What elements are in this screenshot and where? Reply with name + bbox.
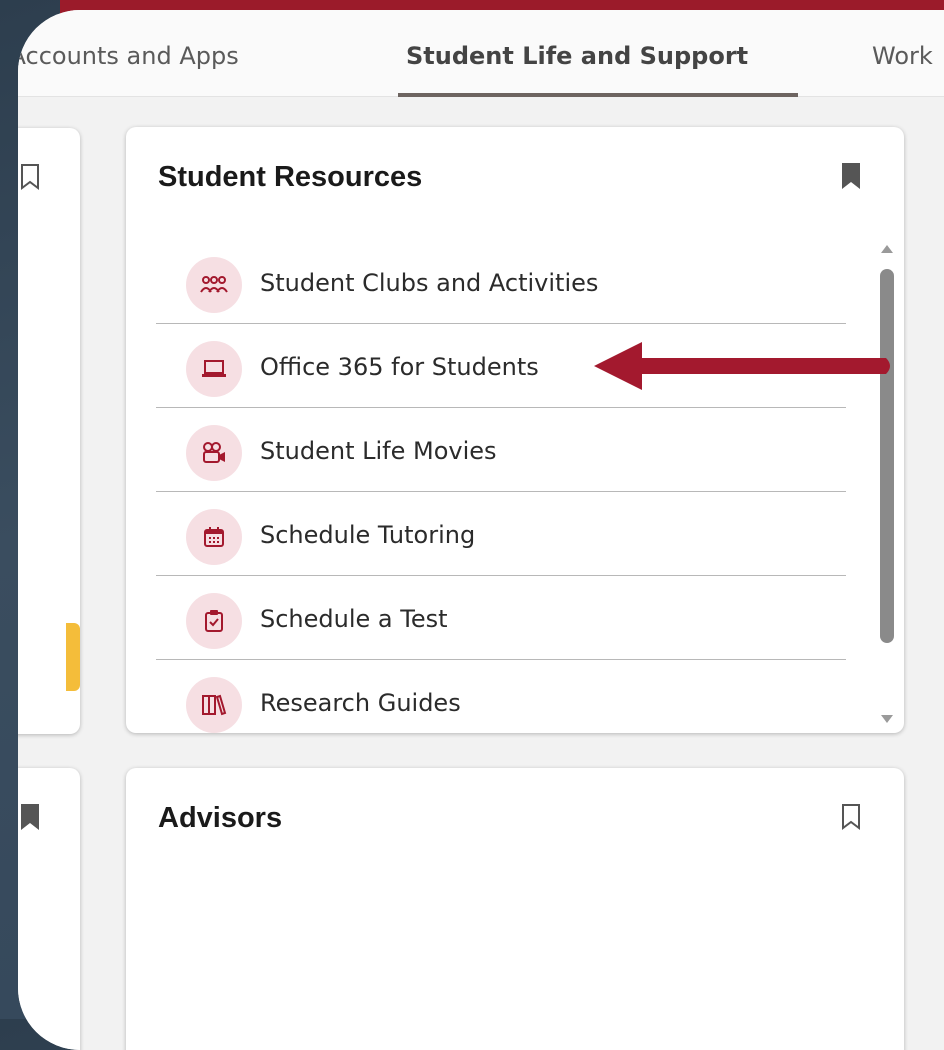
student-resources-card: Student Resources Student Clubs and Acti…: [126, 127, 904, 733]
scrollbar[interactable]: [876, 237, 898, 727]
list-item[interactable]: Schedule Tutoring: [156, 491, 846, 576]
scroll-up-arrow-icon[interactable]: [881, 245, 893, 253]
bookmark-filled-icon[interactable]: [20, 804, 40, 830]
tab-student-life-and-support[interactable]: Student Life and Support: [406, 42, 748, 70]
annotation-arrow-icon: [594, 342, 890, 390]
list-item-label: Student Life Movies: [260, 437, 497, 465]
bookmark-filled-icon[interactable]: [841, 163, 861, 189]
list-item-label: Schedule Tutoring: [260, 521, 476, 549]
tab-bar: r Accounts and Apps Student Life and Sup…: [18, 10, 944, 97]
bookmark-outline-icon[interactable]: [841, 804, 861, 830]
scroll-down-arrow-icon[interactable]: [881, 715, 893, 723]
books-icon: [186, 677, 242, 733]
calendar-icon: [186, 509, 242, 565]
active-tab-indicator: [398, 93, 798, 97]
partial-card-left: [18, 128, 80, 734]
list-item-label: Office 365 for Students: [260, 353, 539, 381]
users-group-icon: [186, 257, 242, 313]
app-screen: r Accounts and Apps Student Life and Sup…: [18, 10, 944, 1050]
advisors-card: Advisors: [126, 768, 904, 1050]
list-item-label: Schedule a Test: [260, 605, 448, 633]
list-item[interactable]: Research Guides: [156, 659, 846, 743]
list-item[interactable]: Student Life Movies: [156, 407, 846, 492]
clipboard-check-icon: [186, 593, 242, 649]
list-item-label: Research Guides: [260, 689, 461, 717]
list-item[interactable]: Schedule a Test: [156, 575, 846, 660]
video-camera-icon: [186, 425, 242, 481]
list-item-label: Student Clubs and Activities: [260, 269, 599, 297]
scrollbar-thumb[interactable]: [880, 269, 894, 643]
tab-work[interactable]: Work: [872, 42, 933, 70]
card-title: Student Resources: [158, 161, 423, 193]
card-title: Advisors: [158, 802, 283, 834]
tab-accounts-and-apps[interactable]: r Accounts and Apps: [18, 42, 239, 70]
laptop-icon: [186, 341, 242, 397]
yellow-action-button[interactable]: [66, 623, 80, 691]
list-item[interactable]: Student Clubs and Activities: [156, 239, 846, 324]
partial-card-left-bottom: [18, 768, 80, 1050]
bookmark-outline-icon[interactable]: [20, 164, 40, 190]
